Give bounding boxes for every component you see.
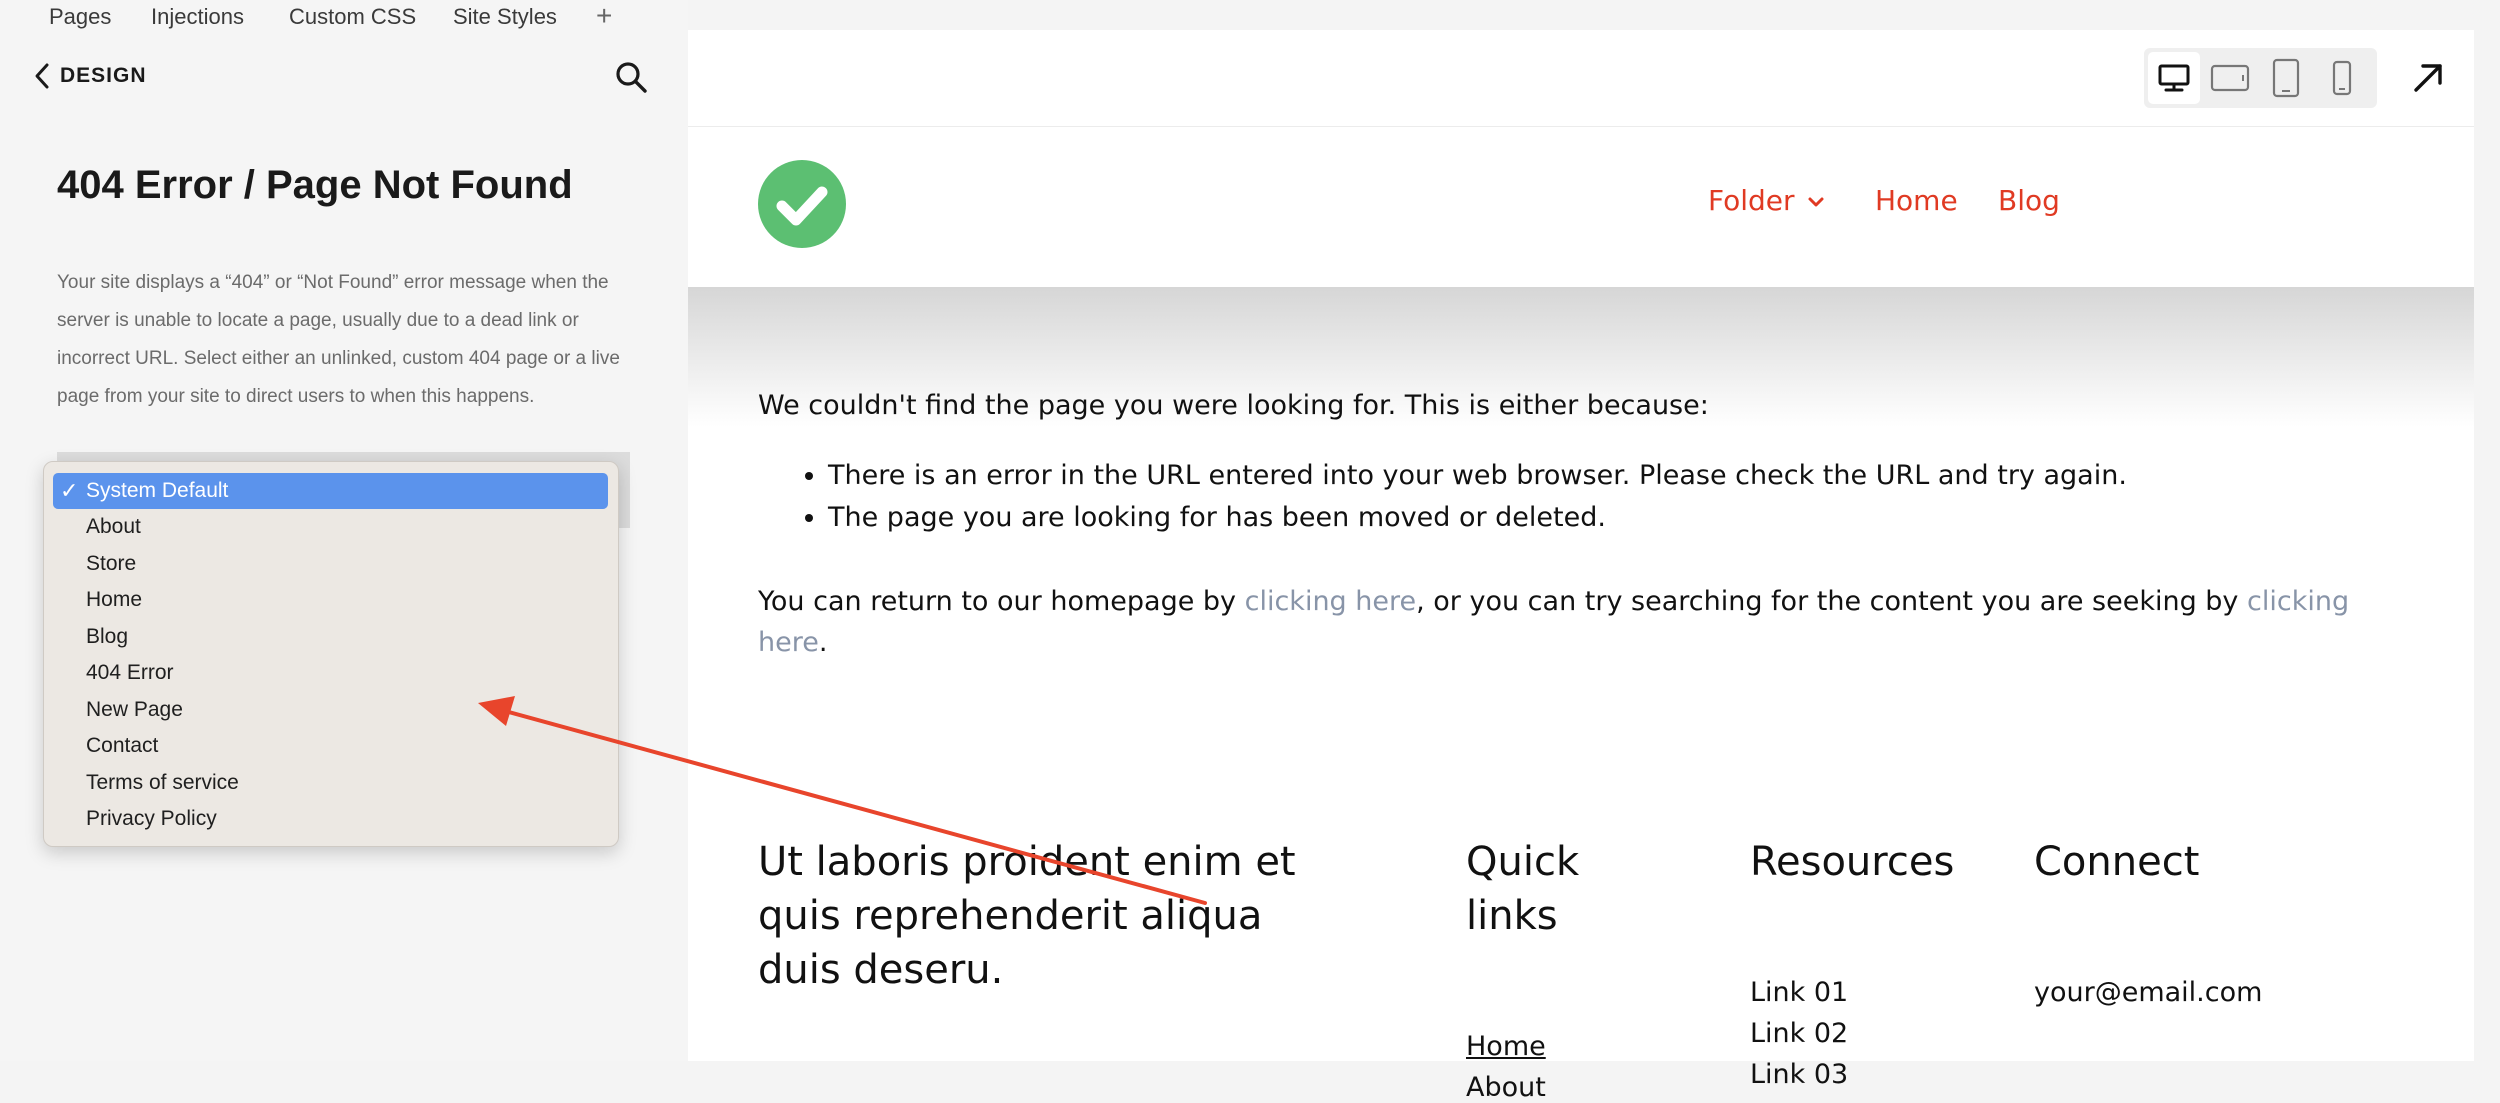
footer-resources-heading: Resources bbox=[1750, 839, 1955, 885]
nav-folder[interactable]: Folder bbox=[1708, 184, 1825, 217]
dropdown-option-label: About bbox=[86, 515, 141, 538]
dropdown-option-blog[interactable]: Blog bbox=[44, 619, 618, 655]
tab-pages[interactable]: Pages bbox=[49, 4, 111, 30]
chevron-left-icon bbox=[35, 63, 49, 89]
list-item: There is an error in the URL entered int… bbox=[828, 455, 2127, 497]
dropdown-option-terms-of-service[interactable]: Terms of service bbox=[44, 765, 618, 801]
site-preview: Folder Home Blog We couldn't find the pa… bbox=[688, 30, 2474, 1103]
dropdown-option-label: Blog bbox=[86, 625, 129, 648]
dropdown-option-label: Terms of service bbox=[86, 771, 239, 794]
nav-folder-label: Folder bbox=[1708, 184, 1795, 217]
return-text-end: . bbox=[818, 627, 828, 658]
mobile-view-button[interactable] bbox=[2316, 52, 2368, 104]
dropdown-option-contact[interactable]: Contact bbox=[44, 728, 618, 764]
dropdown-option-store[interactable]: Store bbox=[44, 546, 618, 582]
footer-link-about[interactable]: About bbox=[1466, 1072, 1546, 1103]
dropdown-option-404-error[interactable]: 404 Error bbox=[44, 655, 618, 691]
page-select-dropdown: ✓ System Default About Store Home Blog 4… bbox=[43, 461, 619, 847]
not-found-intro: We couldn't find the page you were looki… bbox=[758, 390, 1709, 421]
tablet-portrait-view-button[interactable] bbox=[2260, 52, 2312, 104]
checkmark-icon: ✓ bbox=[60, 478, 79, 503]
dropdown-option-label: System Default bbox=[86, 479, 229, 502]
dropdown-option-system-default[interactable]: ✓ System Default bbox=[44, 473, 618, 509]
site-header: Folder Home Blog bbox=[688, 127, 2474, 287]
footer-link-01[interactable]: Link 01 bbox=[1750, 977, 1848, 1008]
expand-arrow-icon[interactable] bbox=[2410, 60, 2446, 96]
dropdown-option-label: New Page bbox=[86, 698, 183, 721]
return-paragraph: You can return to our homepage by clicki… bbox=[758, 581, 2388, 663]
dropdown-option-about[interactable]: About bbox=[44, 509, 618, 545]
footer-tagline: Ut laboris proident enim et quis reprehe… bbox=[758, 839, 1296, 993]
dropdown-option-label: Contact bbox=[86, 734, 159, 757]
tab-custom-css[interactable]: Custom CSS bbox=[289, 4, 416, 30]
nav-home[interactable]: Home bbox=[1875, 184, 1958, 217]
reason-list: There is an error in the URL entered int… bbox=[758, 455, 2127, 539]
footer-connect-heading: Connect bbox=[2034, 839, 2200, 885]
tablet-landscape-view-button[interactable] bbox=[2204, 52, 2256, 104]
footer-link-02[interactable]: Link 02 bbox=[1750, 1018, 1848, 1049]
add-tab-button[interactable]: + bbox=[596, 0, 612, 32]
desktop-icon bbox=[2158, 64, 2190, 92]
checkmark-circle-logo[interactable] bbox=[758, 160, 846, 248]
dropdown-option-privacy-policy[interactable]: Privacy Policy bbox=[44, 801, 618, 837]
tab-injections[interactable]: Injections bbox=[151, 4, 244, 30]
desktop-view-button[interactable] bbox=[2148, 52, 2200, 104]
tablet-landscape-icon bbox=[2210, 64, 2250, 92]
dropdown-option-label: 404 Error bbox=[86, 661, 174, 684]
chevron-down-icon bbox=[1808, 197, 1824, 207]
device-toggle-group bbox=[2144, 48, 2377, 108]
footer-link-03[interactable]: Link 03 bbox=[1750, 1059, 1848, 1090]
dropdown-option-new-page[interactable]: New Page bbox=[44, 692, 618, 728]
footer-quick-links-heading: Quick links bbox=[1466, 839, 1580, 939]
mobile-icon bbox=[2332, 60, 2352, 96]
footer-link-home[interactable]: Home bbox=[1466, 1031, 1546, 1062]
search-icon[interactable] bbox=[614, 60, 648, 94]
tab-site-styles[interactable]: Site Styles bbox=[453, 4, 557, 30]
nav-blog[interactable]: Blog bbox=[1998, 184, 2060, 217]
design-back-button[interactable]: DESIGN bbox=[34, 62, 147, 90]
return-text-middle: , or you can try searching for the conte… bbox=[1416, 586, 2247, 617]
dropdown-option-label: Store bbox=[86, 552, 137, 575]
footer-email[interactable]: your@email.com bbox=[2034, 977, 2262, 1008]
dropdown-option-label: Home bbox=[86, 588, 143, 611]
homepage-link[interactable]: clicking here bbox=[1245, 586, 1417, 617]
page-title: 404 Error / Page Not Found bbox=[57, 163, 573, 207]
list-item: The page you are looking for has been mo… bbox=[828, 497, 2127, 539]
panel-description: Your site displays a “404” or “Not Found… bbox=[57, 272, 620, 407]
dropdown-option-label: Privacy Policy bbox=[86, 807, 217, 830]
top-tabs: Pages Injections Custom CSS Site Styles … bbox=[0, 0, 688, 40]
design-back-label: DESIGN bbox=[60, 64, 147, 87]
tablet-portrait-icon bbox=[2272, 58, 2300, 98]
return-text-start: You can return to our homepage by bbox=[758, 586, 1245, 617]
dropdown-option-home[interactable]: Home bbox=[44, 582, 618, 618]
